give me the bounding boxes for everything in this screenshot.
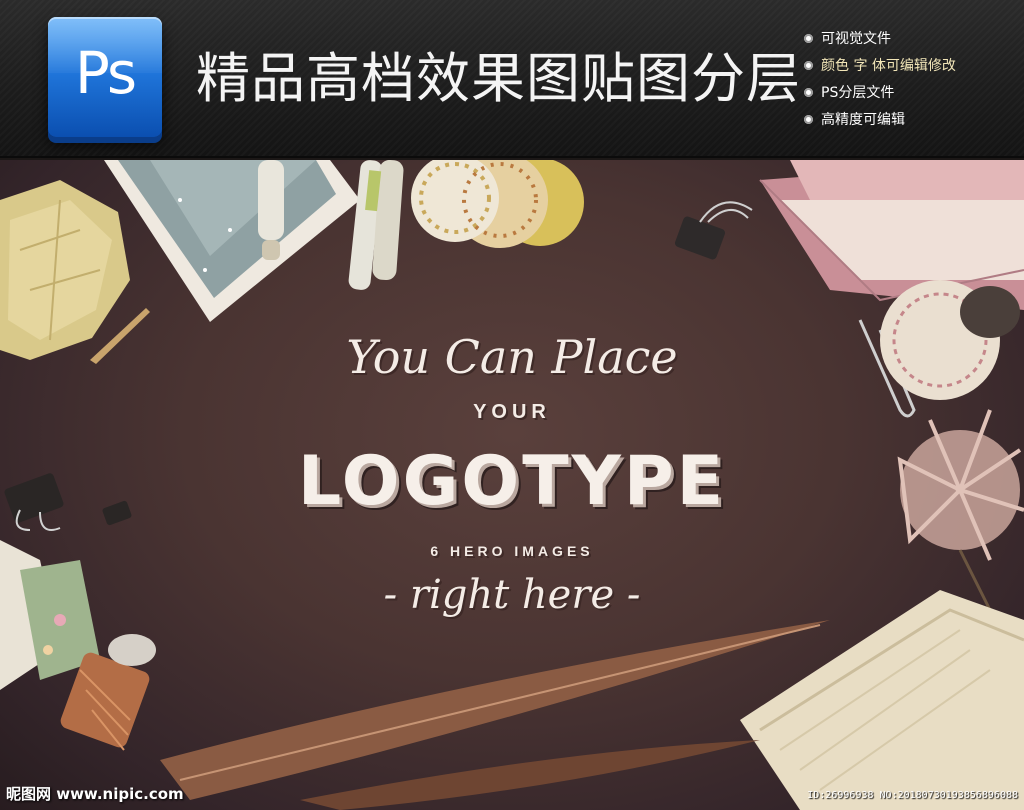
headline-hero-images: 6 HERO IMAGES xyxy=(430,543,594,559)
feather-icon xyxy=(160,620,830,810)
dried-flower-icon xyxy=(897,409,1024,633)
headline-right-here: - right here - xyxy=(383,572,641,618)
logo-text: Ps xyxy=(74,39,137,107)
folded-card-icon xyxy=(104,160,360,322)
headline-logotype: LOGOTYPE xyxy=(297,442,727,521)
header-banner: Ps 精品高档效果图贴图分层 可视觉文件 颜色 字 体可编辑修改 PS分层文件 … xyxy=(0,0,1024,158)
mockup-scene: You Can Place YOUR LOGOTYPE 6 HERO IMAGE… xyxy=(0,160,1024,810)
photoshop-logo-icon: Ps xyxy=(48,17,162,137)
feature-item: PS分层文件 xyxy=(804,80,1014,107)
bullet-icon xyxy=(804,115,813,124)
feature-list: 可视觉文件 颜色 字 体可编辑修改 PS分层文件 高精度可编辑 xyxy=(804,26,1014,134)
feature-item: 可视觉文件 xyxy=(804,26,1014,53)
feature-item: 颜色 字 体可编辑修改 xyxy=(804,53,1014,80)
logotype-placeholder: You Can Place YOUR LOGOTYPE 6 HERO IMAGE… xyxy=(292,330,732,622)
bullet-icon xyxy=(804,88,813,97)
book-icon xyxy=(740,590,1024,810)
bullet-icon xyxy=(804,34,813,43)
feature-item: 高精度可编辑 xyxy=(804,107,1014,134)
site-watermark: 昵图网 www.nipic.com xyxy=(6,785,184,803)
crumpled-paper-icon xyxy=(0,180,130,360)
image-id-watermark: ID:26996938 NO:20180730193856896088 xyxy=(807,790,1018,801)
headline-script: You Can Place xyxy=(346,330,678,384)
feature-label: PS分层文件 xyxy=(821,85,895,101)
feature-label: 高精度可编辑 xyxy=(821,112,905,128)
headline-your: YOUR xyxy=(473,401,551,423)
page-title: 精品高档效果图贴图分层 xyxy=(196,47,801,110)
round-stickers-icon xyxy=(411,160,584,248)
feature-label: 颜色 字 体可编辑修改 xyxy=(821,58,956,74)
bullet-icon xyxy=(804,61,813,70)
feature-label: 可视觉文件 xyxy=(821,31,891,47)
doily-icon xyxy=(880,280,1020,400)
